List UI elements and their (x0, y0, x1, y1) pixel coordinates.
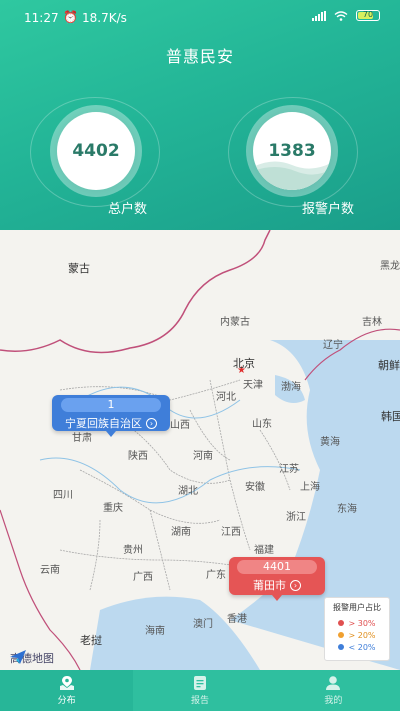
legend-dot-red (338, 620, 345, 626)
callout-name: 宁夏回族自治区 (65, 417, 142, 430)
map-label-laos: 老挝 (80, 634, 102, 647)
map-label-gansu: 甘肃 (72, 433, 92, 444)
amap-logo-icon (10, 650, 26, 664)
legend-label: > 20% (348, 630, 376, 640)
map-legend: 报警用户占比 > 30% > 20% < 20% (324, 597, 390, 661)
legend-title: 报警用户占比 (333, 603, 381, 612)
map-label-shandong: 山东 (252, 419, 272, 430)
map-label-shanghai: 上海 (300, 482, 320, 493)
map-label-hainan: 海南 (145, 626, 165, 637)
region-callout-ningxia[interactable]: 1 宁夏回族自治区 › (52, 395, 170, 437)
map-label-north-korea: 朝鲜 (378, 359, 400, 372)
callout-count: 4401 (237, 560, 317, 574)
tab-report[interactable]: 报告 (133, 670, 267, 711)
map-label-guangdong: 广东 (206, 570, 226, 581)
map-label-jiangsu: 江苏 (279, 464, 299, 475)
map-label-liaoning: 辽宁 (323, 340, 343, 351)
tab-label: 分布 (57, 696, 76, 706)
signal-icon (312, 10, 326, 21)
report-icon (193, 676, 206, 690)
map-label-south-korea: 韩国 (381, 410, 400, 423)
battery-level: 70 (362, 10, 374, 19)
region-callout-putian[interactable]: 4401 莆田市 › (229, 557, 325, 601)
map-label-yunnan: 云南 (40, 565, 60, 576)
map-label-jilin: 吉林 (362, 317, 382, 328)
alarm-icon: ⏰ (63, 10, 78, 24)
map-label-jiangxi: 江西 (221, 527, 241, 538)
map-label-henan: 河南 (193, 451, 213, 462)
map-view[interactable]: ★ 蒙古 黑龙 吉林 内蒙古 辽宁 北京 天津 朝鲜 渤海 河北 韩国 山西 山… (0, 230, 400, 670)
total-households-value: 4402 (72, 141, 120, 161)
map-label-yellow-sea: 黄海 (320, 437, 340, 448)
status-time: 11:27 (24, 11, 59, 25)
wifi-icon (334, 10, 348, 21)
map-label-heilongjiang: 黑龙 (380, 261, 400, 272)
alarm-households-label: 报警户数 (302, 202, 355, 217)
callout-count: 1 (61, 398, 161, 412)
tab-distribution[interactable]: 分布 (0, 670, 134, 711)
battery-icon: 70 (356, 10, 380, 21)
map-label-sichuan: 四川 (53, 490, 73, 501)
map-label-fujian: 福建 (254, 545, 274, 556)
chevron-right-icon: › (146, 417, 157, 429)
map-label-east-sea: 东海 (337, 504, 357, 515)
alarm-households-circle: 1383 (246, 105, 338, 197)
map-label-guangxi: 广西 (133, 572, 153, 583)
legend-dot-blue (338, 644, 345, 650)
map-label-inner-mongolia: 内蒙古 (220, 317, 250, 328)
map-label-hubei: 湖北 (178, 486, 198, 497)
map-pin-icon (59, 676, 74, 690)
map-label-mongolia: 蒙古 (68, 262, 90, 275)
tab-label: 报告 (190, 696, 209, 706)
chevron-right-icon: › (290, 579, 301, 591)
legend-dot-orange (338, 632, 345, 638)
alarm-households-value: 1383 (268, 141, 316, 161)
header: 11:27 ⏰ 18.7K/s 70 普惠民安 4402 总户数 1383 报警… (0, 0, 400, 230)
map-label-hongkong: 香港 (227, 614, 247, 625)
total-households-label: 总户数 (108, 202, 148, 217)
map-label-zhejiang: 浙江 (286, 512, 306, 523)
legend-label: < 20% (348, 642, 376, 652)
callout-name: 莆田市 (253, 579, 286, 592)
map-label-guizhou: 贵州 (123, 545, 143, 556)
map-label-shaanxi: 陕西 (128, 451, 148, 462)
map-label-shanxi: 山西 (170, 420, 190, 431)
network-speed: 18.7K/s (82, 11, 127, 25)
user-icon (326, 676, 341, 690)
map-label-bohai: 渤海 (281, 382, 301, 393)
total-households-circle: 4402 (50, 105, 142, 197)
map-label-hunan: 湖南 (171, 527, 191, 538)
legend-label: > 30% (348, 618, 376, 628)
app-title: 普惠民安 (165, 47, 234, 66)
map-label-macau: 澳门 (193, 619, 213, 630)
amap-logo: 高德地图 (10, 650, 54, 666)
status-bar: 11:27 ⏰ 18.7K/s 70 (0, 0, 400, 34)
map-label-tianjin: 天津 (243, 380, 263, 391)
map-label-beijing: 北京 (233, 357, 255, 370)
tab-mine[interactable]: 我的 (266, 670, 400, 711)
bottom-tab-bar: 分布 报告 我的 (0, 670, 400, 711)
map-label-chongqing: 重庆 (103, 503, 123, 514)
map-label-hebei: 河北 (216, 392, 236, 403)
tab-label: 我的 (324, 696, 343, 706)
map-label-anhui: 安徽 (245, 482, 265, 493)
